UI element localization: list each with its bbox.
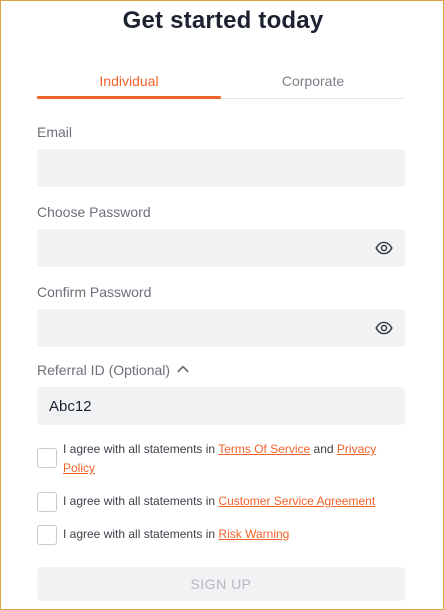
eye-icon[interactable] (375, 319, 393, 337)
chevron-up-icon[interactable] (176, 362, 190, 376)
email-field[interactable] (37, 149, 405, 187)
terms-agreement-row: I agree with all statements in Terms Of … (37, 440, 405, 478)
customer-agreement-row: I agree with all statements in Customer … (37, 492, 405, 512)
customer-agreement-checkbox[interactable] (37, 492, 57, 512)
risk-warning-link[interactable]: Risk Warning (218, 527, 289, 541)
email-label: Email (37, 124, 73, 140)
signup-card: Get started today Individual Corporate E… (0, 0, 444, 610)
risk-warning-text: I agree with all statements in Risk Warn… (63, 527, 290, 541)
terms-checkbox[interactable] (37, 448, 57, 468)
account-type-tabs: Individual Corporate (37, 63, 405, 99)
risk-warning-checkbox[interactable] (37, 525, 57, 545)
sign-up-button[interactable]: SIGN UP (37, 567, 405, 601)
terms-of-service-link[interactable]: Terms Of Service (218, 442, 310, 456)
eye-icon[interactable] (375, 239, 393, 257)
referral-label[interactable]: Referral ID (Optional) (37, 362, 170, 378)
page-title: Get started today (122, 7, 324, 34)
confirm-password-field[interactable] (37, 309, 405, 347)
customer-service-agreement-link[interactable]: Customer Service Agreement (218, 494, 375, 508)
password-field[interactable] (37, 229, 405, 267)
tab-individual[interactable]: Individual (37, 63, 221, 99)
customer-agreement-text: I agree with all statements in Customer … (63, 494, 376, 508)
tab-corporate[interactable]: Corporate (221, 63, 405, 98)
referral-id-field[interactable] (37, 387, 405, 425)
risk-warning-row: I agree with all statements in Risk Warn… (37, 525, 405, 545)
password-label: Choose Password (37, 204, 151, 220)
terms-agreement-text: I agree with all statements in Terms Of … (63, 442, 377, 475)
confirm-password-label: Confirm Password (37, 284, 152, 300)
